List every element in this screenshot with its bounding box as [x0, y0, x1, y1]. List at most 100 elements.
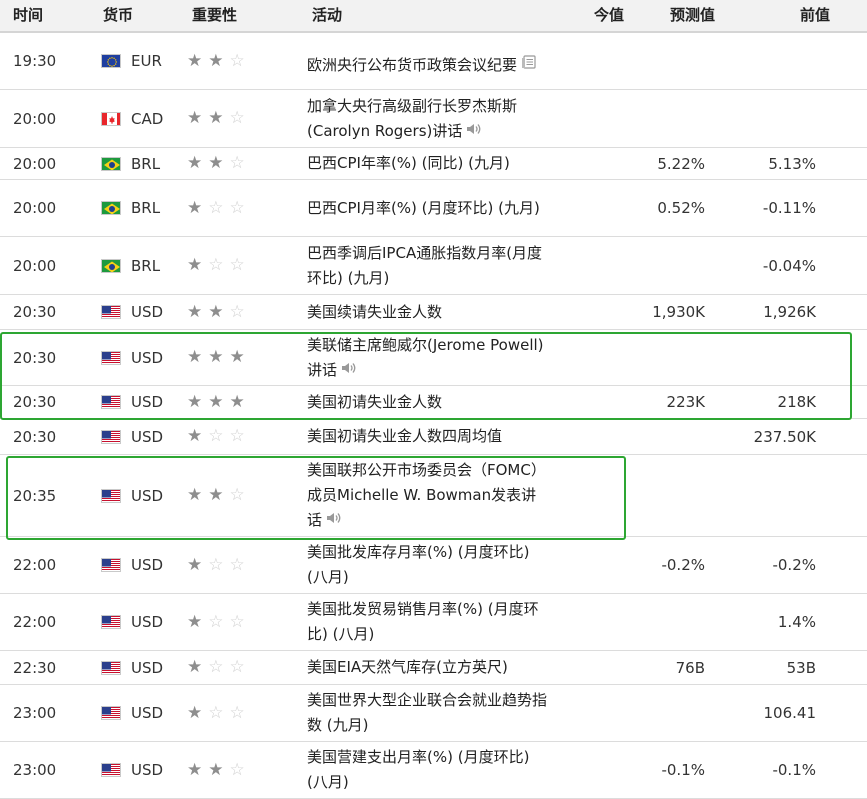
importance-star-icon: ☆ — [229, 197, 245, 218]
event-label[interactable]: 美国初请失业金人数 — [307, 393, 442, 411]
table-row[interactable]: 20:00 BRL ★ ☆ ☆ 巴西季调后IPCA通胀指数月率(月度环比) (九月)… — [0, 237, 867, 295]
event-name[interactable]: 美国批发贸易销售月率(%) (月度环比) (八月) — [307, 594, 547, 650]
importance-star-icon: ★ — [187, 611, 203, 632]
flag-us-icon — [101, 763, 121, 777]
importance-star-icon: ☆ — [229, 759, 245, 780]
event-name[interactable]: 美国续请失业金人数 — [307, 295, 547, 329]
currency-code: USD — [131, 704, 164, 722]
header-event: 活动 — [312, 6, 343, 24]
table-header: 时间 货币 重要性 活动 今值 预测值 前值 — [0, 0, 867, 33]
speaker-icon[interactable] — [341, 358, 357, 383]
event-name[interactable]: 巴西季调后IPCA通胀指数月率(月度环比) (九月) — [307, 237, 547, 294]
table-row[interactable]: 20:35 USD ★ ★ ☆ 美国联邦公开市场委员会（FOMC）成员Michell… — [0, 455, 867, 537]
flag-us-icon — [101, 350, 121, 365]
currency-code: USD — [131, 348, 164, 367]
flag-us-icon — [101, 660, 121, 675]
actual-value — [580, 33, 625, 89]
table-row[interactable]: 23:00 USD ★ ☆ ☆ 美国世界大型企业联合会就业趋势指数 (九月) 106… — [0, 685, 867, 742]
event-label[interactable]: 巴西CPI月率(%) (月度环比) (九月) — [307, 199, 540, 217]
currency-code: USD — [131, 761, 164, 779]
table-row[interactable]: 20:00 BRL ★ ★ ☆ 巴西CPI年率(%) (同比) (九月) 5.22%… — [0, 148, 867, 180]
forecast-value — [630, 237, 705, 294]
event-time: 20:30 — [13, 393, 57, 411]
actual-value — [580, 594, 625, 650]
currency-code: CAD — [131, 109, 164, 128]
speaker-icon[interactable] — [326, 508, 342, 533]
importance-star-icon: ★ — [208, 50, 224, 71]
importance-star-icon: ☆ — [229, 554, 245, 575]
importance-star-icon: ★ — [187, 426, 203, 446]
header-currency: 货币 — [103, 6, 134, 24]
table-row[interactable]: 22:30 USD ★ ☆ ☆ 美国EIA天然气库存(立方英尺) 76B 53B — [0, 651, 867, 685]
actual-value — [580, 330, 625, 385]
event-name[interactable]: 美联储主席鲍威尔(Jerome Powell)讲话 — [307, 330, 547, 385]
importance-star-icon: ☆ — [208, 255, 224, 275]
event-label[interactable]: 美国批发贸易销售月率(%) (月度环比) (八月) — [307, 600, 539, 643]
importance-rating: ★ ★ ☆ — [187, 455, 267, 536]
table-row[interactable]: 19:30 EUR ★ ★ ☆ 欧洲央行公布货币政策会议纪要 — [0, 33, 867, 90]
forecast-value — [630, 90, 705, 147]
header-previous: 前值 — [800, 6, 831, 24]
event-label[interactable]: 美国批发库存月率(%) (月度环比) (八月) — [307, 543, 529, 586]
importance-star-icon: ★ — [187, 702, 203, 723]
speaker-icon[interactable] — [466, 119, 482, 144]
event-name[interactable]: 美国世界大型企业联合会就业趋势指数 (九月) — [307, 685, 547, 741]
table-row[interactable]: 22:00 USD ★ ☆ ☆ 美国批发库存月率(%) (月度环比) (八月) -0… — [0, 537, 867, 594]
event-label[interactable]: 美国世界大型企业联合会就业趋势指数 (九月) — [307, 691, 547, 734]
event-label[interactable]: 加拿大央行高级副行长罗杰斯斯(Carolyn Rogers)讲话 — [307, 97, 517, 140]
table-row[interactable]: 20:30 USD ★ ☆ ☆ 美国初请失业金人数四周均值 237.50K — [0, 419, 867, 455]
table-row[interactable]: 20:30 USD ★ ★ ★ 美国初请失业金人数 223K 218K — [0, 386, 867, 419]
table-row[interactable]: 22:00 USD ★ ☆ ☆ 美国批发贸易销售月率(%) (月度环比) (八月) … — [0, 594, 867, 651]
event-name[interactable]: 巴西CPI年率(%) (同比) (九月) — [307, 148, 547, 179]
table-row[interactable]: 20:00 CAD ★ ★ ☆ 加拿大央行高级副行长罗杰斯斯(Carolyn Rog… — [0, 90, 867, 148]
previous-value — [740, 90, 816, 147]
event-label[interactable]: 美国续请失业金人数 — [307, 303, 442, 321]
table-row[interactable]: 23:00 USD ★ ★ ☆ 美国营建支出月率(%) (月度环比) (八月) -0… — [0, 742, 867, 799]
forecast-value — [630, 594, 705, 650]
table-row[interactable]: 20:00 BRL ★ ☆ ☆ 巴西CPI月率(%) (月度环比) (九月) 0.5… — [0, 180, 867, 237]
actual-value — [580, 237, 625, 294]
event-name[interactable]: 美国初请失业金人数四周均值 — [307, 419, 547, 454]
forecast-value: 5.22% — [657, 154, 705, 173]
importance-rating: ★ ★ ☆ — [187, 90, 267, 147]
event-label[interactable]: 欧洲央行公布货币政策会议纪要 — [307, 56, 517, 74]
flag-us-icon — [101, 429, 121, 444]
previous-value: 106.41 — [763, 704, 817, 722]
event-name[interactable]: 美国EIA天然气库存(立方英尺) — [307, 651, 547, 684]
event-label[interactable]: 巴西季调后IPCA通胀指数月率(月度环比) (九月) — [307, 244, 542, 287]
event-label[interactable]: 美国营建支出月率(%) (月度环比) (八月) — [307, 748, 529, 791]
event-time: 20:30 — [13, 303, 57, 321]
importance-star-icon: ★ — [208, 391, 224, 412]
importance-star-icon: ★ — [229, 391, 245, 412]
importance-rating: ★ ★ ☆ — [187, 148, 267, 179]
event-label[interactable]: 美国EIA天然气库存(立方英尺) — [307, 658, 508, 676]
event-name[interactable]: 美国联邦公开市场委员会（FOMC）成员Michelle W. Bowman发表讲… — [307, 455, 547, 536]
previous-value: -0.04% — [762, 256, 816, 275]
importance-rating: ★ ★ ★ — [187, 330, 267, 385]
event-label[interactable]: 巴西CPI年率(%) (同比) (九月) — [307, 154, 510, 172]
importance-star-icon: ☆ — [229, 153, 245, 173]
forecast-value — [630, 455, 705, 536]
currency-code: USD — [131, 303, 164, 321]
flag-us-icon — [101, 558, 121, 572]
event-label[interactable]: 美国初请失业金人数四周均值 — [307, 427, 502, 445]
document-icon[interactable] — [521, 53, 537, 78]
event-name[interactable]: 巴西CPI月率(%) (月度环比) (九月) — [307, 180, 547, 236]
event-time: 20:00 — [13, 199, 57, 217]
table-row[interactable]: 20:30 USD ★ ★ ☆ 美国续请失业金人数 1,930K 1,926K — [0, 295, 867, 330]
importance-star-icon: ★ — [187, 391, 203, 412]
importance-star-icon: ★ — [208, 301, 224, 322]
importance-star-icon: ☆ — [229, 301, 245, 322]
event-name[interactable]: 加拿大央行高级副行长罗杰斯斯(Carolyn Rogers)讲话 — [307, 90, 547, 147]
event-time: 20:00 — [13, 154, 57, 173]
forecast-value: -0.2% — [661, 556, 705, 574]
event-label[interactable]: 美国联邦公开市场委员会（FOMC）成员Michelle W. Bowman发表讲… — [307, 461, 546, 529]
event-name[interactable]: 美国初请失业金人数 — [307, 386, 547, 418]
currency-code: USD — [131, 556, 164, 574]
event-name[interactable]: 欧洲央行公布货币政策会议纪要 — [307, 33, 547, 89]
flag-us-icon — [101, 706, 121, 720]
actual-value — [580, 685, 625, 741]
event-name[interactable]: 美国批发库存月率(%) (月度环比) (八月) — [307, 537, 547, 593]
event-name[interactable]: 美国营建支出月率(%) (月度环比) (八月) — [307, 742, 547, 798]
table-row[interactable]: 20:30 USD ★ ★ ★ 美联储主席鲍威尔(Jerome Powell)讲话 — [0, 330, 867, 386]
